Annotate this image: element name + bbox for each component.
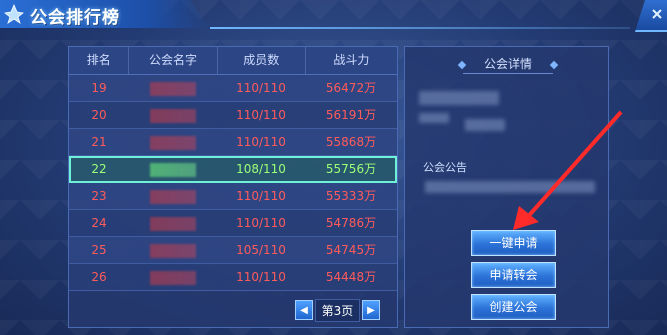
row-power: 56191万 xyxy=(325,108,377,122)
row-guild-name xyxy=(129,183,217,209)
row-members: 105/110 xyxy=(236,243,286,257)
table-row[interactable]: 24 110/110 54786万 xyxy=(69,210,397,237)
row-power: 54745万 xyxy=(325,243,377,257)
row-rank: 21 xyxy=(91,135,107,149)
row-rank: 23 xyxy=(91,189,107,203)
title-bar: 公会排行榜 xyxy=(0,0,210,28)
row-members: 110/110 xyxy=(236,81,286,95)
row-members: 110/110 xyxy=(236,216,286,230)
row-guild-name xyxy=(129,102,217,128)
announcement-label: 公会公告 xyxy=(423,161,467,174)
row-power: 54786万 xyxy=(325,216,377,230)
ranking-table: 排名 公会名字 成员数 战斗力 19 110/110 56472万 20 110/110… xyxy=(69,47,397,291)
table-row[interactable]: 22 108/110 55756万 xyxy=(69,156,397,183)
guild-name-redacted xyxy=(150,135,196,150)
row-guild-name xyxy=(129,264,217,290)
header-power: 战斗力 xyxy=(333,53,370,67)
row-rank: 20 xyxy=(91,108,107,122)
header-members: 成员数 xyxy=(218,47,306,74)
row-power: 55756万 xyxy=(325,162,377,176)
pagination: ◀ 第3页 ▶ xyxy=(295,298,380,322)
row-members: 110/110 xyxy=(236,108,286,122)
guild-name-redacted xyxy=(150,270,196,285)
title-divider xyxy=(210,27,630,29)
row-rank: 19 xyxy=(91,81,107,95)
close-button[interactable] xyxy=(635,0,667,32)
table-row[interactable]: 20 110/110 56191万 xyxy=(69,102,397,129)
row-rank: 26 xyxy=(91,270,107,284)
row-guild-name xyxy=(129,210,217,236)
guild-name-redacted xyxy=(150,243,196,258)
one-click-apply-button[interactable]: 一键申请 xyxy=(471,230,556,256)
guild-name-redacted xyxy=(150,189,196,204)
row-members: 110/110 xyxy=(236,270,286,284)
table-row[interactable]: 23 110/110 55333万 xyxy=(69,183,397,210)
create-guild-button[interactable]: 创建公会 xyxy=(471,294,556,320)
guild-name-redacted xyxy=(150,108,196,123)
row-rank: 22 xyxy=(91,162,107,176)
table-row[interactable]: 21 110/110 55868万 xyxy=(69,129,397,156)
annotation-arrow-icon xyxy=(513,110,623,230)
guild-name-redacted xyxy=(419,91,499,105)
table-row[interactable]: 19 110/110 56472万 xyxy=(69,75,397,102)
row-guild-name xyxy=(129,75,217,101)
header-rank: 排名 xyxy=(69,47,130,74)
window-title: 公会排行榜 xyxy=(30,8,120,28)
guild-name-redacted xyxy=(150,162,196,177)
row-members: 110/110 xyxy=(236,189,286,203)
guild-name-redacted xyxy=(150,216,196,231)
guild-name-redacted xyxy=(150,81,196,96)
header-guild-name: 公会名字 xyxy=(129,47,218,74)
triangle-left-icon: ◀ xyxy=(300,304,308,316)
guild-emblem-icon xyxy=(4,4,24,24)
details-title: 公会详情 xyxy=(463,55,553,74)
row-members: 110/110 xyxy=(236,135,286,149)
guild-info-redacted-2 xyxy=(465,119,505,131)
row-guild-name xyxy=(129,156,217,182)
table-row[interactable]: 26 110/110 54448万 xyxy=(69,264,397,291)
row-guild-name xyxy=(129,237,217,263)
row-rank: 24 xyxy=(91,216,107,230)
triangle-right-icon: ▶ xyxy=(367,304,375,316)
row-guild-name xyxy=(129,129,217,155)
ranking-panel: 排名 公会名字 成员数 战斗力 19 110/110 56472万 20 110/110… xyxy=(68,46,398,328)
row-power: 55868万 xyxy=(325,135,377,149)
close-icon xyxy=(652,9,662,19)
table-header: 排名 公会名字 成员数 战斗力 xyxy=(69,47,397,75)
page-label: 第3页 xyxy=(314,298,361,322)
apply-transfer-button[interactable]: 申请转会 xyxy=(471,262,556,288)
row-power: 56472万 xyxy=(325,81,377,95)
prev-page-button[interactable]: ◀ xyxy=(295,300,313,320)
guild-info-redacted xyxy=(419,113,449,123)
row-rank: 25 xyxy=(91,243,107,257)
row-power: 55333万 xyxy=(325,189,377,203)
next-page-button[interactable]: ▶ xyxy=(361,300,380,320)
row-members: 108/110 xyxy=(236,162,286,176)
table-row[interactable]: 25 105/110 54745万 xyxy=(69,237,397,264)
row-power: 54448万 xyxy=(325,270,377,284)
